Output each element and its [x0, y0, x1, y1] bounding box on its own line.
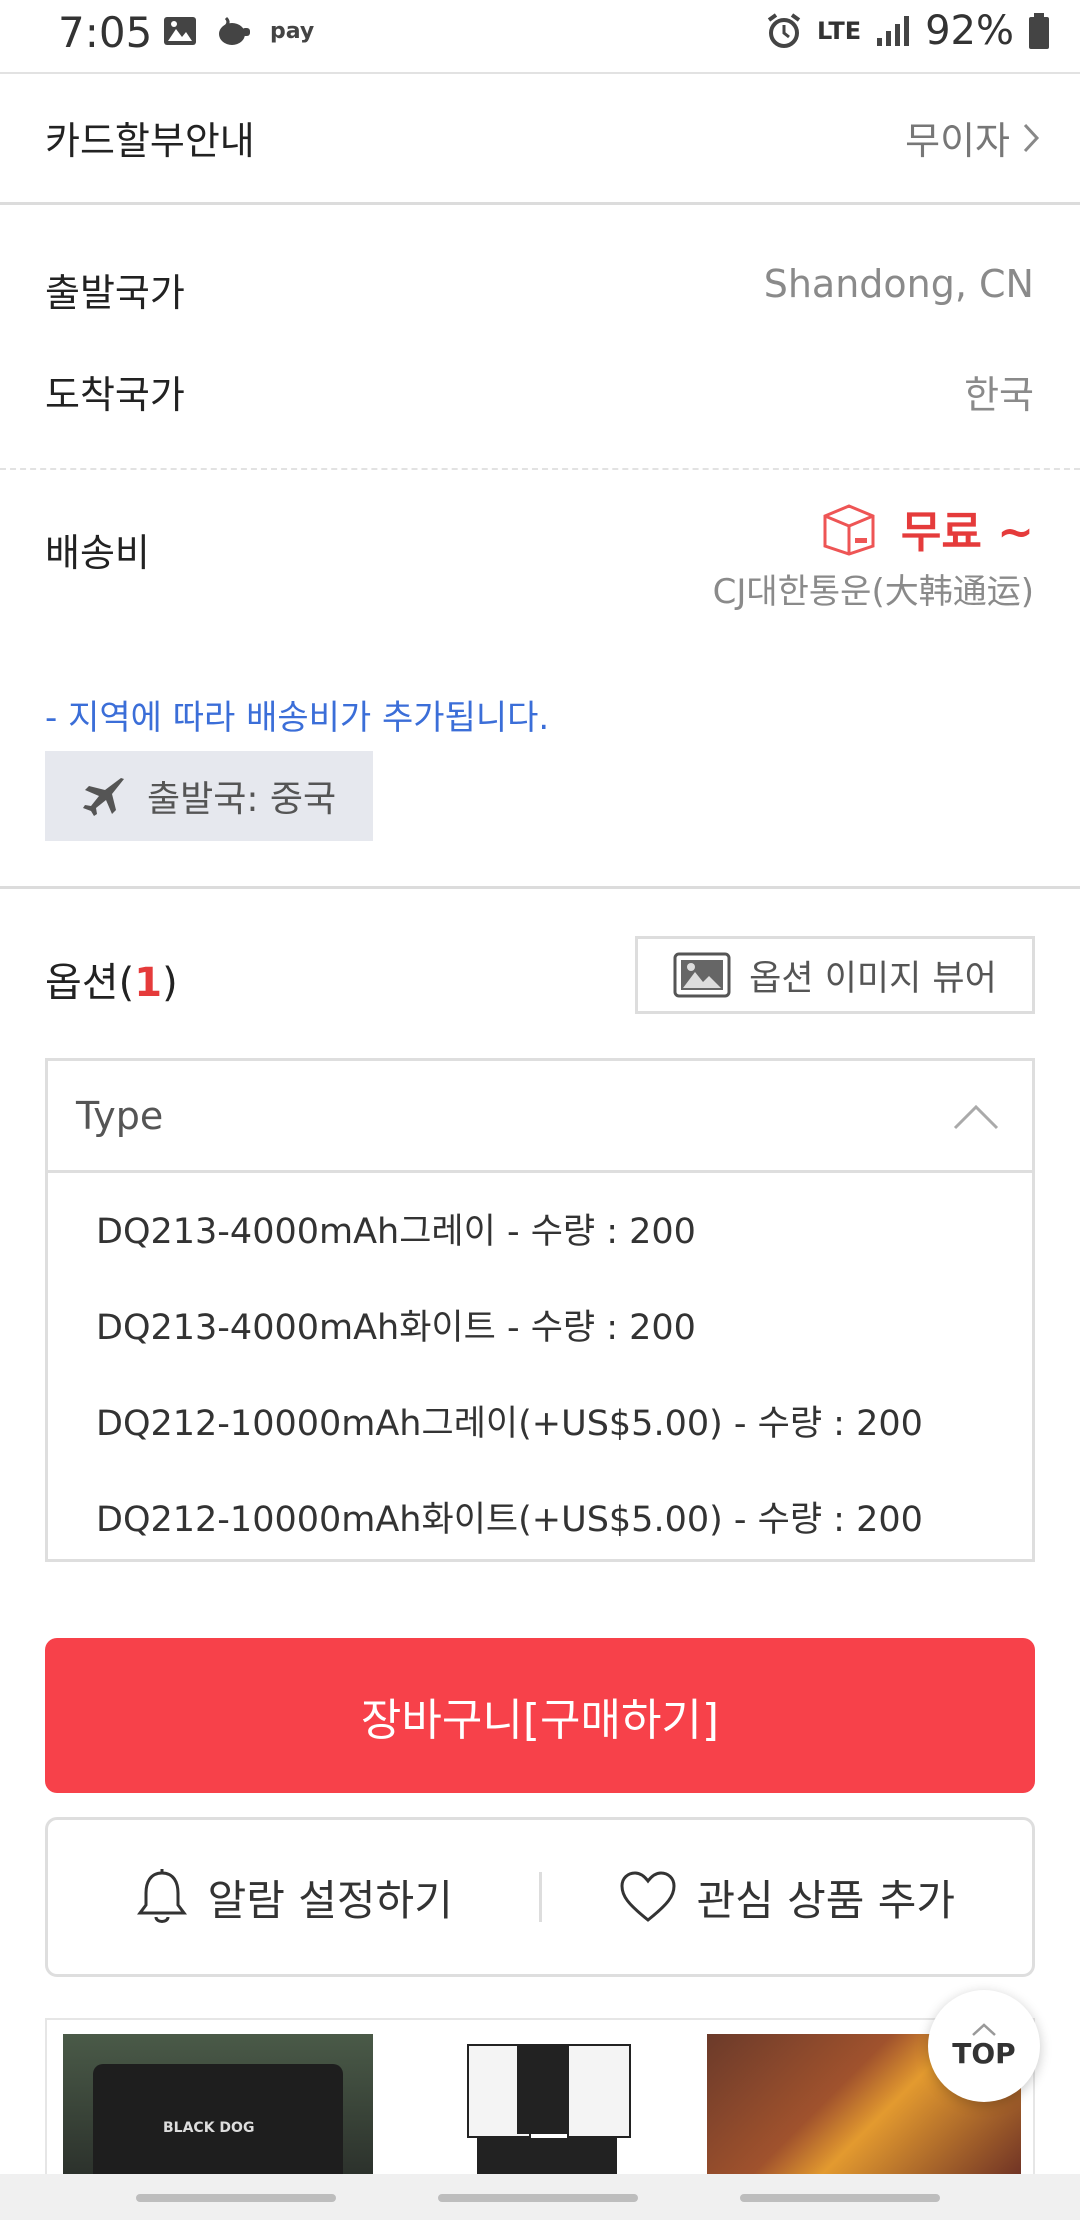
- options-title-text: 옵션(: [45, 960, 135, 1006]
- options-count: 1: [134, 960, 163, 1006]
- option-image-viewer-button[interactable]: 옵션 이미지 뷰어: [635, 936, 1035, 1014]
- product-thumbnail-jersey[interactable]: [447, 2034, 647, 2178]
- departure-tag: 출발국: 중국: [45, 751, 373, 841]
- signal-icon: [877, 16, 910, 46]
- options-title-end: ): [162, 960, 178, 1006]
- origin-label: 출발국가: [45, 271, 185, 315]
- delivery-fee-label: 배송비: [45, 531, 150, 575]
- installment-row[interactable]: 카드할부안내 무이자: [0, 74, 1080, 202]
- nav-recent-button[interactable]: [136, 2194, 336, 2202]
- wishlist-button-label: 관심 상품 추가: [696, 1875, 956, 1925]
- option-item[interactable]: DQ213-4000mAh화이트 - 수량 : 200: [96, 1299, 696, 1350]
- gallery-icon: [164, 17, 196, 45]
- product-thumbnail-bag[interactable]: BLACK DOG: [63, 2034, 373, 2178]
- alarm-icon: [767, 13, 801, 48]
- wishlist-button[interactable]: 관심 상품 추가: [542, 1867, 1033, 1928]
- heart-icon: [620, 1871, 676, 1922]
- delivery-fee: 무료 ~: [819, 496, 1034, 560]
- carrier-name: CJ대한통운(大韩通运): [712, 572, 1034, 612]
- bell-icon: [136, 1869, 187, 1923]
- status-bar: 7:05 pay LTE 92%: [0, 0, 1080, 72]
- option-select[interactable]: Type DQ213-4000mAh그레이 - 수량 : 200 DQ213-4…: [45, 1058, 1035, 1562]
- delivery-fee-value: 무료 ~: [900, 507, 1034, 558]
- secondary-actions: 알람 설정하기 관심 상품 추가: [45, 1817, 1035, 1977]
- alarm-button[interactable]: 알람 설정하기: [48, 1867, 539, 1928]
- option-image-viewer-label: 옵션 이미지 뷰어: [749, 958, 997, 999]
- divider: [0, 468, 1080, 470]
- option-item[interactable]: DQ213-4000mAh그레이 - 수량 : 200: [96, 1203, 696, 1254]
- status-time: 7:05: [58, 8, 153, 57]
- pay-icon: pay: [270, 18, 315, 44]
- battery-icon: [1029, 13, 1049, 49]
- chevron-up-icon: [972, 2022, 996, 2036]
- coffee-icon: [219, 16, 250, 45]
- battery-percent: 92%: [925, 8, 1014, 54]
- navigation-bar: [0, 2174, 1080, 2220]
- option-item[interactable]: DQ212-10000mAh그레이(+US$5.00) - 수량 : 200: [96, 1395, 923, 1446]
- scroll-top-button[interactable]: TOP: [928, 1990, 1040, 2102]
- recommended-products: BLACK DOG: [45, 2018, 1035, 2178]
- destination-value: 한국: [964, 373, 1034, 417]
- departure-tag-text: 출발국: 중국: [147, 779, 337, 820]
- bag-brand-text: BLACK DOG: [163, 2120, 255, 2136]
- scroll-top-label: TOP: [952, 2036, 1016, 2070]
- installment-value: 무이자: [905, 110, 1040, 165]
- chevron-up-icon: [953, 1104, 999, 1130]
- divider: [0, 202, 1080, 205]
- alarm-button-label: 알람 설정하기: [207, 1875, 453, 1925]
- add-to-cart-button[interactable]: 장바구니[구매하기]: [45, 1638, 1035, 1793]
- option-select-header[interactable]: Type: [48, 1061, 1032, 1173]
- delivery-note: - 지역에 따라 배송비가 추가됩니다.: [45, 698, 550, 738]
- divider: [0, 886, 1080, 889]
- status-left-icons: pay: [162, 14, 314, 48]
- image-icon: [673, 952, 731, 998]
- option-item[interactable]: DQ212-10000mAh화이트(+US$5.00) - 수량 : 200: [96, 1491, 923, 1542]
- network-label: LTE: [817, 17, 862, 45]
- origin-value: Shandong, CN: [763, 262, 1034, 306]
- installment-value-text: 무이자: [905, 119, 1010, 163]
- options-title: 옵션(1): [45, 950, 178, 1008]
- destination-label: 도착국가: [45, 373, 185, 417]
- chevron-right-icon: [1023, 123, 1040, 152]
- option-select-label: Type: [76, 1093, 164, 1138]
- box-icon: [823, 504, 875, 556]
- airplane-icon: [83, 778, 124, 816]
- installment-label: 카드할부안내: [45, 119, 255, 163]
- nav-back-button[interactable]: [740, 2194, 940, 2202]
- nav-home-button[interactable]: [438, 2194, 638, 2202]
- status-right: LTE 92%: [765, 8, 1050, 54]
